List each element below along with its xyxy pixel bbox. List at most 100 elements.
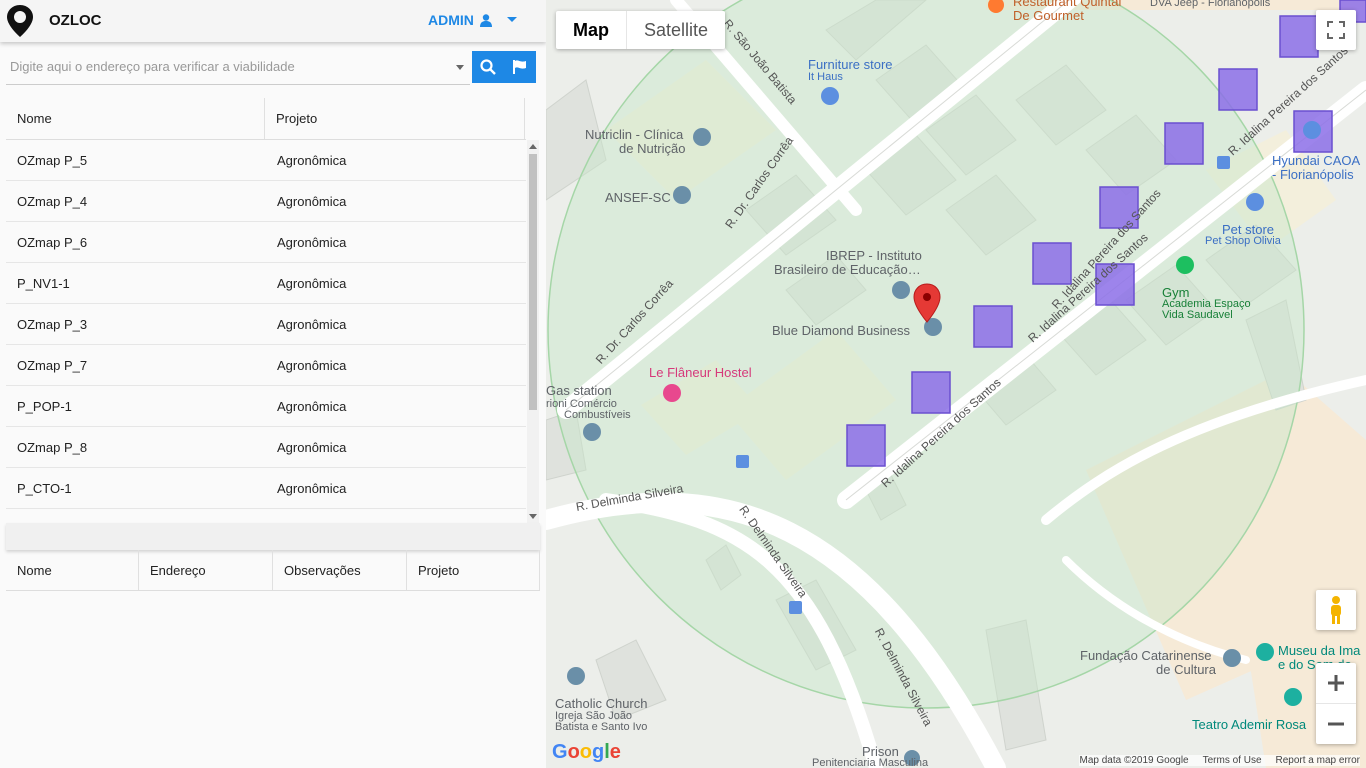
details-table-header: Nome Endereço Observações Projeto (6, 550, 540, 591)
tab-map[interactable]: Map (556, 11, 627, 49)
report-map-error-link[interactable]: Report a map error (1276, 755, 1360, 766)
map-label[interactable]: Batista e Santo Ivo (555, 721, 647, 733)
address-search-input[interactable] (6, 51, 454, 81)
map-label[interactable]: Teatro Ademir Rosa (1192, 717, 1306, 732)
plus-icon (1328, 675, 1344, 691)
map-label[interactable]: Nutriclin - Clínica (585, 127, 683, 142)
cell-projeto: Agronômica (277, 275, 347, 291)
map-label[interactable]: Penitenciaria Masculina (812, 757, 928, 768)
column-header-observacoes[interactable]: Observações (273, 550, 407, 590)
cell-nome: OZmap P_7 (17, 357, 88, 373)
table-row[interactable]: OZmap P_4 Agronômica (6, 181, 526, 222)
column-header-nome[interactable]: Nome (6, 98, 265, 139)
cell-projeto: Agronômica (277, 152, 347, 168)
panel-divider[interactable] (6, 523, 540, 550)
map-label[interactable]: ANSEF-SC (605, 190, 671, 205)
cell-projeto: Agronômica (277, 398, 347, 414)
tab-satellite[interactable]: Satellite (627, 11, 725, 49)
user-menu-button[interactable]: ADMIN (428, 12, 518, 28)
column-header-projeto[interactable]: Projeto (265, 98, 525, 139)
table-row[interactable]: P_NV1-1 Agronômica (6, 263, 526, 304)
user-icon (479, 13, 492, 27)
map-label[interactable]: DVA Jeep - Florianópolis (1150, 0, 1270, 9)
address-search (6, 51, 470, 85)
elements-table-body: OZmap P_5 Agronômica OZmap P_4 Agronômica … (6, 140, 526, 523)
map-label[interactable]: De Gourmet (1013, 8, 1084, 23)
map-type-control: Map Satellite (556, 11, 726, 49)
table-row[interactable]: OZmap P_3 Agronômica (6, 304, 526, 345)
map-label[interactable]: de Cultura (1156, 662, 1216, 677)
terms-of-use-link[interactable]: Terms of Use (1203, 755, 1262, 766)
map-label[interactable]: IBREP - Instituto (826, 248, 922, 263)
map-label[interactable]: Fundação Catarinense (1080, 648, 1212, 663)
fullscreen-icon (1327, 21, 1345, 39)
map-label[interactable]: de Nutrição (619, 141, 685, 156)
cell-projeto: Agronômica (277, 439, 347, 455)
map-label[interactable]: Combustíveis (564, 409, 631, 421)
pegman-icon (1331, 596, 1341, 624)
table-row[interactable]: P_POP-1 Agronômica (6, 386, 526, 427)
table-row[interactable]: P_CTO-1 Agronômica (6, 468, 526, 509)
zoom-out-button[interactable] (1316, 704, 1356, 744)
map-label[interactable]: Museu da Ima (1278, 643, 1360, 658)
table-row[interactable]: OZmap P_8 Agronômica (6, 427, 526, 468)
map-label[interactable]: Brasileiro de Educação… (774, 262, 921, 277)
elements-table: Nome Projeto (6, 98, 526, 140)
zoom-in-button[interactable] (1316, 663, 1356, 704)
table-row[interactable]: OZmap P_7 Agronômica (6, 345, 526, 386)
flag-button[interactable] (504, 51, 536, 83)
cell-projeto: Agronômica (277, 357, 347, 373)
map-label[interactable]: Furniture store (808, 57, 893, 72)
street-view-button[interactable] (1316, 590, 1356, 630)
cell-nome: P_CTO-1 (17, 480, 72, 496)
map-label[interactable]: Pet Shop Olivia (1205, 235, 1281, 247)
scroll-up-arrow-icon[interactable] (529, 144, 537, 149)
fullscreen-button[interactable] (1316, 10, 1356, 50)
scroll-down-arrow-icon[interactable] (529, 514, 537, 519)
search-icon (480, 59, 496, 75)
google-logo[interactable]: Google (552, 741, 621, 764)
map-label[interactable]: Hyundai CAOA (1272, 153, 1360, 168)
column-header-endereco[interactable]: Endereço (139, 550, 273, 590)
cell-projeto: Agronômica (277, 316, 347, 332)
map-footer: Map data ©2019 Google Terms of Use Repor… (1079, 755, 1360, 766)
app-name: OZLOC (49, 12, 102, 29)
dropdown-caret-icon[interactable] (456, 65, 464, 70)
map-label[interactable]: Le Flâneur Hostel (649, 365, 752, 380)
map-view[interactable]: Furniture store It Haus Nutriclin - Clín… (546, 0, 1366, 768)
map-data-attribution: Map data ©2019 Google (1079, 755, 1189, 766)
map-canvas[interactable] (546, 0, 1366, 768)
search-button[interactable] (472, 51, 504, 83)
scrollbar-thumb[interactable] (529, 154, 537, 410)
column-header-nome[interactable]: Nome (6, 550, 139, 590)
cell-nome: OZmap P_3 (17, 316, 88, 332)
zoom-control (1316, 663, 1356, 744)
table-header: Nome Projeto (6, 98, 526, 140)
map-label[interactable]: It Haus (808, 71, 843, 83)
table-row[interactable]: OZmap P_6 Agronômica (6, 222, 526, 263)
top-bar: OZLOC ADMIN (0, 0, 546, 42)
table-scrollbar[interactable] (527, 140, 539, 523)
chevron-down-icon (506, 17, 517, 22)
cell-nome: OZmap P_5 (17, 152, 88, 168)
cell-projeto: Agronômica (277, 480, 347, 496)
minus-icon (1328, 722, 1344, 726)
flag-icon (513, 60, 526, 74)
cell-nome: OZmap P_8 (17, 439, 88, 455)
cell-projeto: Agronômica (277, 193, 347, 209)
column-header-projeto[interactable]: Projeto (407, 550, 540, 590)
map-label[interactable]: - Florianópolis (1272, 167, 1354, 182)
map-label[interactable]: Blue Diamond Business (772, 323, 910, 338)
left-panel: OZLOC ADMIN Nome Projeto (0, 0, 546, 768)
cell-nome: OZmap P_4 (17, 193, 88, 209)
cell-nome: P_POP-1 (17, 398, 72, 414)
cell-nome: OZmap P_6 (17, 234, 88, 250)
cell-nome: P_NV1-1 (17, 275, 70, 291)
table-row[interactable]: OZmap P_5 Agronômica (6, 140, 526, 181)
cell-projeto: Agronômica (277, 234, 347, 250)
map-label[interactable]: Gas station (546, 383, 612, 398)
map-label[interactable]: Catholic Church (555, 696, 648, 711)
map-label[interactable]: Vida Saudavel (1162, 309, 1233, 321)
location-logo-icon (7, 5, 33, 37)
user-label: ADMIN (428, 12, 474, 28)
